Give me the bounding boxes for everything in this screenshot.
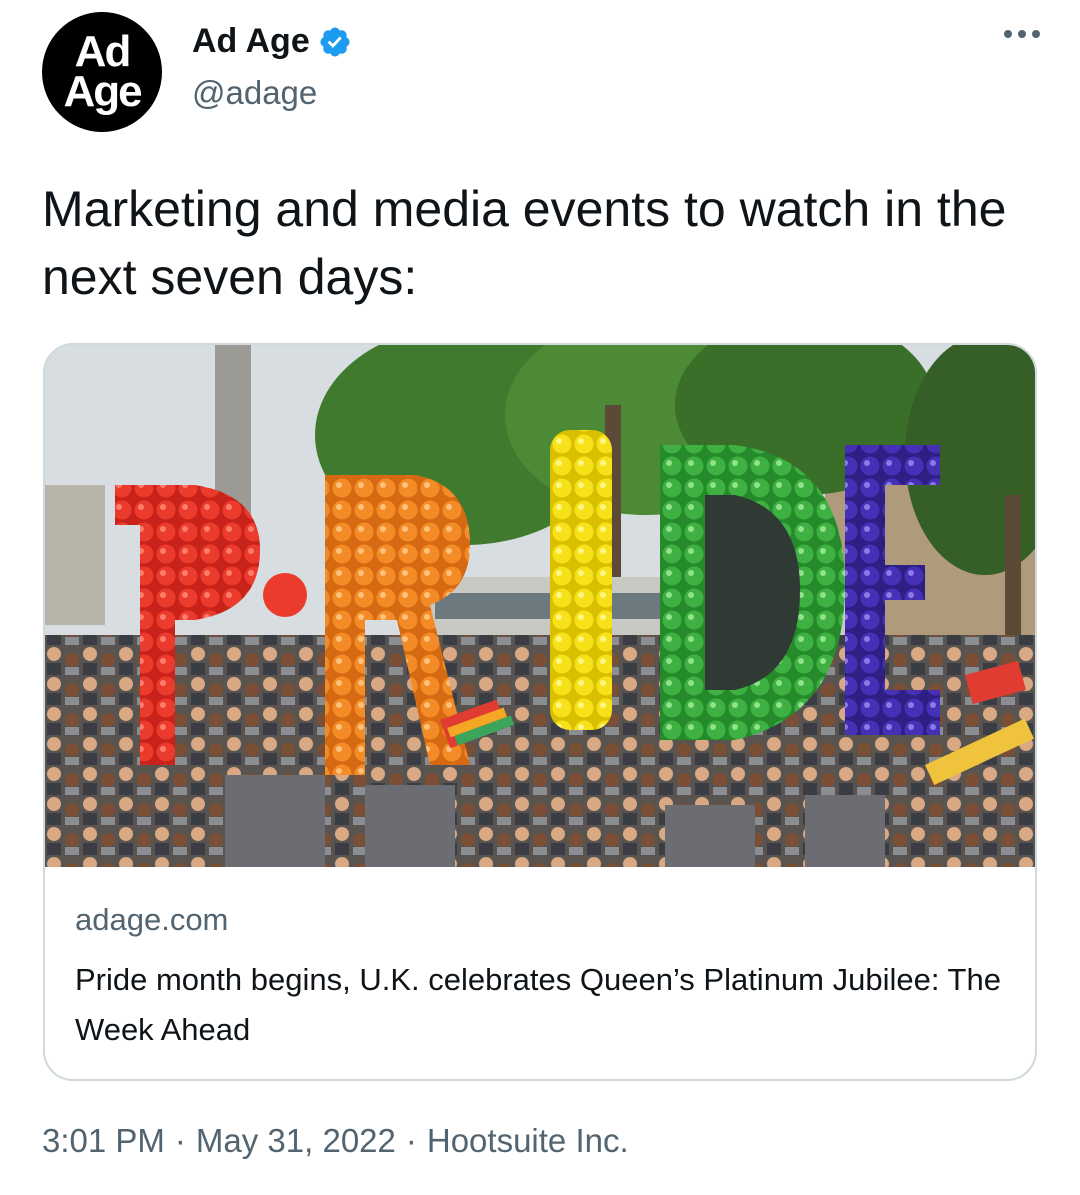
card-image	[45, 345, 1035, 867]
avatar-text-line1: Ad	[74, 27, 132, 76]
tweet-time[interactable]: 3:01 PM	[42, 1122, 165, 1160]
link-card[interactable]: adage.com Pride month begins, U.K. celeb…	[43, 343, 1037, 1081]
meta-separator: ·	[174, 1122, 186, 1159]
author-handle[interactable]: @adage	[192, 74, 317, 112]
verified-badge-icon	[320, 26, 350, 57]
avatar[interactable]: Ad Age	[42, 12, 162, 132]
dot	[1018, 30, 1026, 38]
pride-parade-image	[45, 345, 1035, 867]
tweet-text: Marketing and media events to watch in t…	[42, 181, 1007, 305]
author-display-name[interactable]: Ad Age	[192, 22, 352, 61]
tweet-meta: 3:01 PM · May 31, 2022 · Hootsuite Inc.	[42, 1122, 629, 1160]
meta-separator: ·	[405, 1122, 417, 1159]
card-title: Pride month begins, U.K. celebrates Quee…	[75, 962, 1001, 1047]
dot	[1032, 30, 1040, 38]
avatar-text-line2: Age	[63, 67, 142, 116]
tweet-date[interactable]: May 31, 2022	[196, 1122, 396, 1160]
more-options-icon[interactable]	[1004, 30, 1040, 38]
card-domain: adage.com	[75, 902, 229, 937]
display-name-text: Ad Age	[192, 22, 310, 60]
tweet-source[interactable]: Hootsuite Inc.	[427, 1122, 629, 1160]
dot	[1004, 30, 1012, 38]
